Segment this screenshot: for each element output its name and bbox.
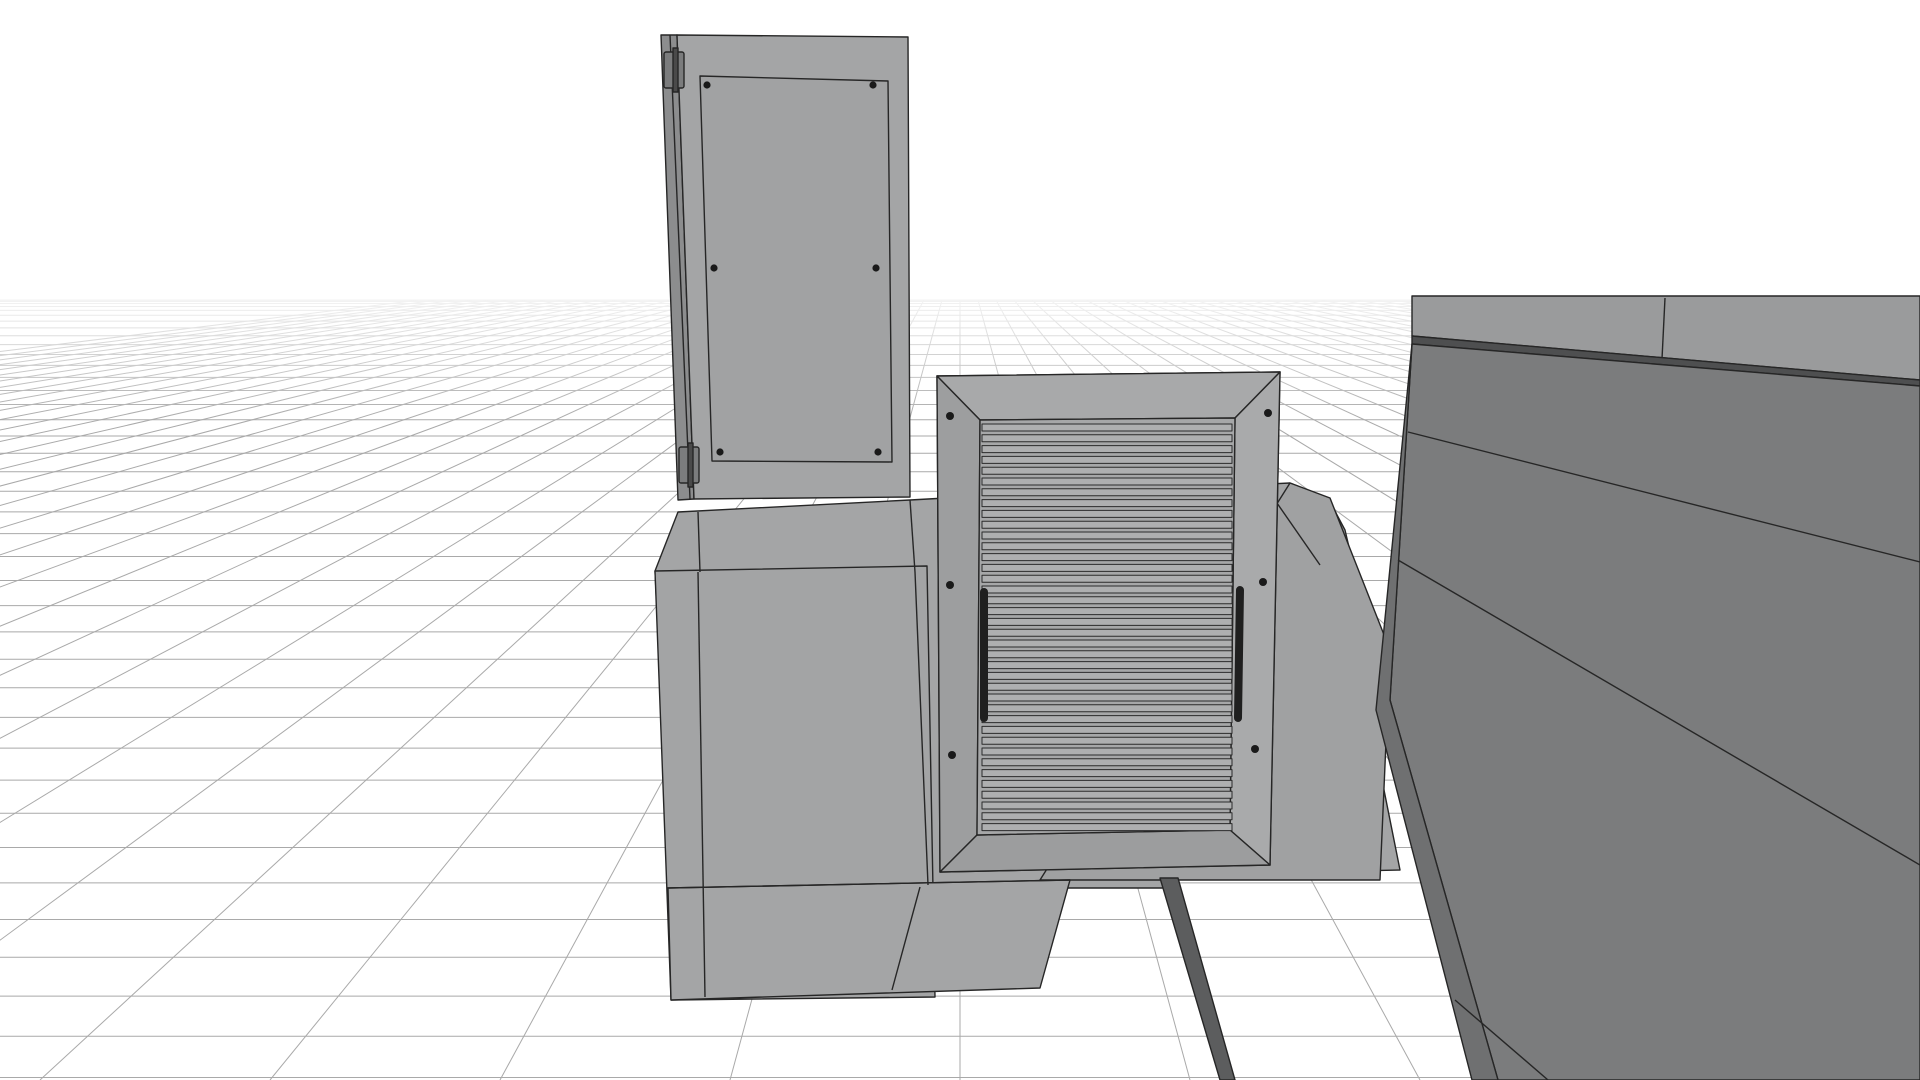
louver-slat: [981, 823, 1233, 832]
louver-slat: [981, 531, 1233, 540]
louver-slat: [981, 682, 1233, 691]
louver-slat: [981, 693, 1233, 702]
door-inset: [699, 75, 893, 463]
louver-slat: [981, 542, 1233, 551]
fastener: [872, 264, 880, 272]
fastener: [703, 81, 711, 89]
louver-slat: [981, 585, 1233, 594]
louver-slat: [981, 499, 1233, 508]
louver-slat: [981, 488, 1233, 497]
louver-slat: [981, 661, 1233, 670]
louver-slat: [981, 423, 1233, 432]
louver-slat: [981, 434, 1233, 443]
fastener: [874, 448, 882, 456]
hinge-pin: [687, 442, 694, 488]
fastener: [869, 81, 877, 89]
louvered-grille-panel[interactable]: [936, 371, 1281, 873]
louver-slat: [981, 747, 1233, 756]
louver-slat: [981, 758, 1233, 767]
louver-slat: [981, 715, 1233, 724]
louver-slat: [981, 704, 1233, 713]
fastener: [1251, 745, 1259, 753]
hinged-access-door-open[interactable]: [660, 34, 911, 501]
louver-slat: [981, 596, 1233, 605]
box-lower-left: [667, 879, 1071, 1001]
louver-slat: [981, 671, 1233, 680]
3d-viewport[interactable]: [0, 0, 1920, 1080]
fastener: [946, 581, 954, 589]
box-cutout-shadow: [1159, 877, 1236, 1080]
louver-slat: [981, 779, 1233, 788]
louver-slat: [981, 628, 1233, 637]
louver-slat: [981, 639, 1233, 648]
louver-slat: [981, 607, 1233, 616]
louver-slat: [981, 617, 1233, 626]
louver-slat: [981, 563, 1233, 572]
louver-slat: [981, 801, 1233, 810]
louver-slat: [981, 736, 1233, 745]
louver-slat: [981, 520, 1233, 529]
louver-slat: [981, 812, 1233, 821]
louver-slat: [981, 769, 1233, 778]
louver-slat: [981, 455, 1233, 464]
louver-slat: [981, 574, 1233, 583]
hinge-pin: [672, 47, 679, 93]
fastener: [710, 264, 718, 272]
grille-bevel-bottom: [939, 829, 1271, 873]
louver-slat: [981, 650, 1233, 659]
large-housing[interactable]: [1375, 295, 1920, 1080]
fastener: [1259, 578, 1267, 586]
louver-slat: [981, 466, 1233, 475]
louver-slat: [981, 509, 1233, 518]
housing-front-face: [1389, 343, 1920, 1080]
fastener: [948, 751, 956, 759]
louver-slat: [981, 445, 1233, 454]
fastener: [716, 448, 724, 456]
grille-bevel-left: [936, 375, 981, 873]
grille-bevel-top: [936, 371, 1281, 421]
louver-slat: [981, 790, 1233, 799]
louver-slat: [981, 725, 1233, 734]
louver-slat: [981, 477, 1233, 486]
pull-handle-right[interactable]: [1234, 586, 1244, 722]
fastener: [946, 412, 954, 420]
fastener: [1264, 409, 1272, 417]
louver-slat: [981, 553, 1233, 562]
